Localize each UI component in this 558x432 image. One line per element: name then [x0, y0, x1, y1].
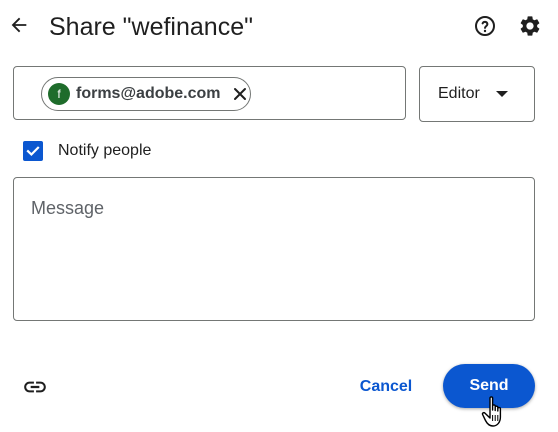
- recipient-chip[interactable]: f forms@adobe.com: [41, 77, 251, 111]
- back-button[interactable]: [4, 10, 34, 40]
- link-icon: [24, 381, 46, 393]
- notify-checkbox[interactable]: [23, 141, 43, 161]
- caret-down-icon: [496, 91, 508, 97]
- recipient-email: forms@adobe.com: [76, 85, 221, 102]
- remove-recipient-button[interactable]: [231, 85, 249, 103]
- settings-button[interactable]: [517, 13, 543, 39]
- recipients-field[interactable]: f forms@adobe.com: [13, 66, 406, 120]
- share-dialog: Share "wefinance" f forms@adobe.com Edit…: [0, 0, 558, 432]
- close-icon: [233, 88, 246, 100]
- dialog-title: Share "wefinance": [49, 13, 253, 41]
- help-button[interactable]: [472, 13, 498, 39]
- arrow-back-icon: [11, 17, 27, 33]
- cancel-button[interactable]: Cancel: [348, 367, 424, 407]
- notify-label: Notify people: [58, 142, 152, 159]
- message-input[interactable]: [13, 177, 535, 321]
- gear-icon: [520, 16, 540, 36]
- check-icon: [26, 146, 40, 157]
- help-icon: [475, 16, 495, 36]
- send-button[interactable]: Send: [443, 364, 535, 408]
- role-selected-value: Editor: [438, 85, 480, 102]
- copy-link-button[interactable]: [21, 373, 49, 401]
- avatar: f: [48, 83, 70, 105]
- role-dropdown[interactable]: Editor: [419, 66, 535, 122]
